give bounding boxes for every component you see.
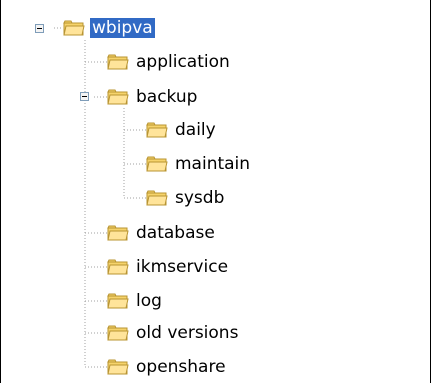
tree-node-daily[interactable]: daily (146, 115, 218, 145)
tree-node-log[interactable]: log (107, 286, 164, 316)
folder-icon (107, 225, 129, 241)
folder-icon (146, 190, 168, 206)
folder-icon (107, 54, 129, 70)
tree-node-wbipva[interactable]: wbipva (63, 13, 155, 43)
minus-box-icon (37, 28, 42, 29)
folder-tree-panel: wbipva application backup daily maintain… (0, 0, 431, 383)
tree-node-label: maintain (175, 154, 251, 174)
folder-icon (146, 122, 168, 138)
folder-icon (107, 293, 129, 309)
tree-node-old-versions[interactable]: old versions (107, 318, 240, 348)
folder-icon (107, 325, 129, 341)
tree-node-label: application (136, 52, 230, 72)
tree-node-database[interactable]: database (107, 218, 217, 248)
folder-icon (146, 156, 168, 172)
folder-icon (107, 259, 129, 275)
tree-node-label: backup (136, 87, 198, 107)
tree-node-backup[interactable]: backup (107, 82, 199, 112)
tree-node-label: database (136, 223, 215, 243)
tree-node-openshare[interactable]: openshare (107, 352, 228, 382)
tree-node-sysdb[interactable]: sysdb (146, 183, 226, 213)
tree-node-ikmservice[interactable]: ikmservice (107, 252, 230, 282)
tree-node-maintain[interactable]: maintain (146, 149, 252, 179)
tree-node-label: log (136, 291, 162, 311)
tree-node-label: openshare (136, 357, 226, 377)
tree-node-label: sysdb (175, 188, 225, 208)
minus-box-icon (82, 96, 87, 97)
folder-icon (107, 89, 129, 105)
tree-node-label: ikmservice (136, 257, 229, 277)
tree-node-label: old versions (136, 323, 239, 343)
collapse-toggle-backup[interactable] (80, 92, 89, 101)
folder-icon (107, 359, 129, 375)
tree-node-label: wbipva (90, 18, 155, 38)
folder-icon (63, 20, 85, 36)
tree-node-label: daily (175, 120, 216, 140)
collapse-toggle-wbipva[interactable] (35, 24, 44, 33)
tree-node-application[interactable]: application (107, 47, 232, 77)
